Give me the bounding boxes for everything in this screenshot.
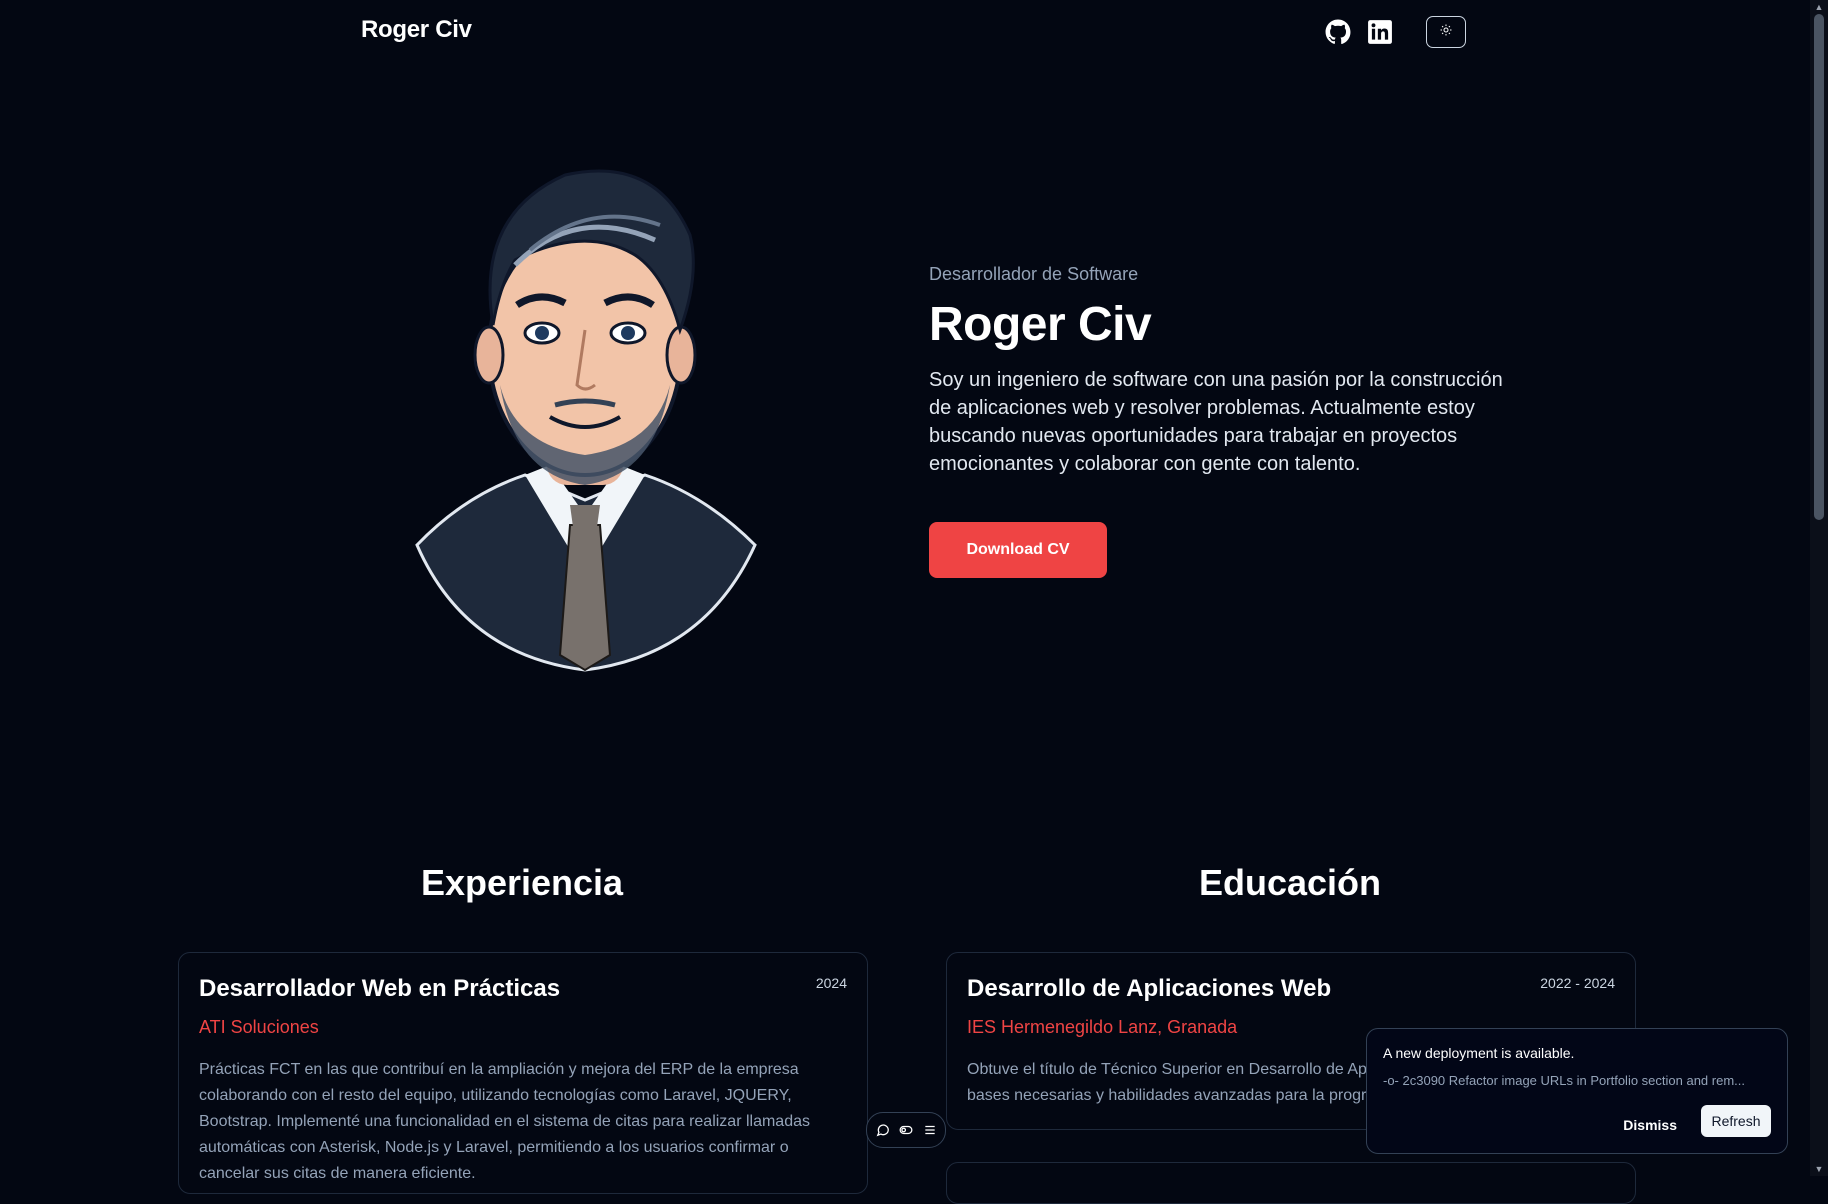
hero-description: Soy un ingeniero de software con una pas… xyxy=(929,369,1503,475)
hero-name: Roger Civ xyxy=(929,298,1152,351)
toggle-icon[interactable] xyxy=(898,1122,914,1138)
brand-logo[interactable]: Roger Civ xyxy=(361,16,472,44)
experience-card: Desarrollador Web en Prácticas 2024 ATI … xyxy=(178,952,868,1194)
experience-role: Desarrollador Web en Prácticas xyxy=(199,975,561,1002)
download-cv-button[interactable]: Download CV xyxy=(929,522,1107,578)
experience-company: ATI Soluciones xyxy=(199,1017,319,1037)
page-scrollbar[interactable]: ▲ ▼ xyxy=(1810,0,1828,1176)
education-date: 2022 - 2024 xyxy=(1540,975,1615,991)
profile-avatar xyxy=(405,155,765,675)
hero-section: Desarrollador de Software Roger Civ Soy … xyxy=(929,264,1529,578)
experience-date: 2024 xyxy=(815,975,847,991)
education-school: IES Hermenegildo Lanz, Granada xyxy=(967,1017,1238,1037)
refresh-button[interactable]: Refresh xyxy=(1701,1105,1771,1137)
header-actions xyxy=(1324,16,1466,48)
menu-icon[interactable] xyxy=(922,1122,938,1138)
education-degree: Desarrollo de Aplicaciones Web xyxy=(967,975,1332,1002)
toast-title: A new deployment is available. xyxy=(1383,1045,1575,1061)
scroll-up-icon[interactable]: ▲ xyxy=(1814,2,1824,12)
github-icon[interactable] xyxy=(1324,18,1352,46)
dismiss-button[interactable]: Dismiss xyxy=(1619,1111,1681,1139)
experience-description: Prácticas FCT en las que contribuí en la… xyxy=(199,1061,810,1182)
floating-toolbar xyxy=(866,1112,946,1148)
education-card-next xyxy=(946,1162,1636,1204)
linkedin-icon[interactable] xyxy=(1366,18,1394,46)
education-heading: Educación xyxy=(1198,862,1382,903)
sun-icon xyxy=(1440,23,1452,41)
theme-toggle-button[interactable] xyxy=(1426,16,1466,48)
comment-icon[interactable] xyxy=(875,1122,891,1138)
experience-heading: Experiencia xyxy=(420,862,624,903)
scroll-down-icon[interactable]: ▼ xyxy=(1814,1164,1824,1174)
scrollbar-thumb[interactable] xyxy=(1814,14,1824,520)
deployment-toast: A new deployment is available. -o- 2c309… xyxy=(1366,1028,1788,1154)
toast-commit-message: -o- 2c3090 Refactor image URLs in Portfo… xyxy=(1383,1073,1746,1088)
hero-subtitle: Desarrollador de Software xyxy=(929,264,1139,284)
